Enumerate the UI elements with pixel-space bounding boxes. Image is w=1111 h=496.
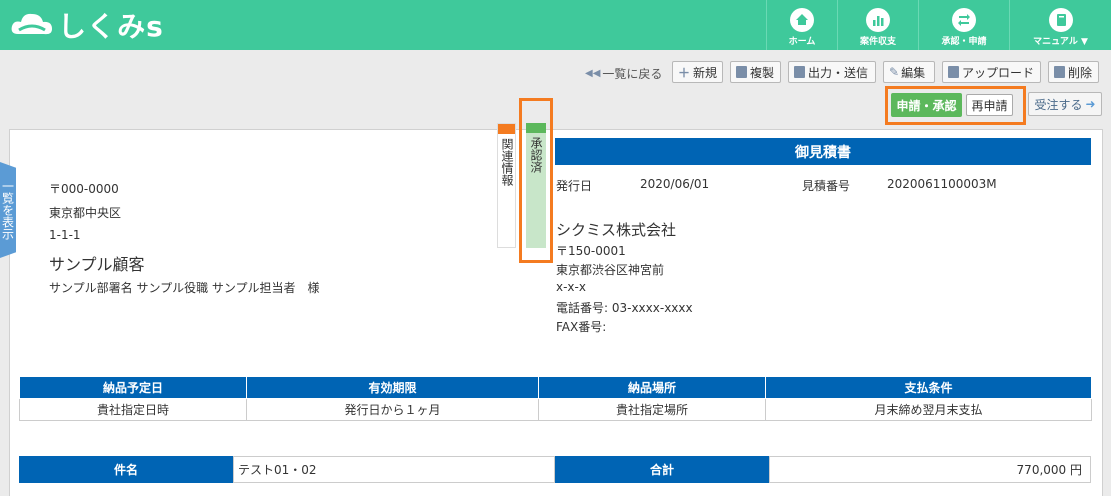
top-bar: しくみs ホーム 案件収支 承認・申請 マニュアル ▼ xyxy=(0,0,1111,50)
nav-project-balance-label: 案件収支 xyxy=(859,37,896,47)
subject-label: 件名 xyxy=(19,456,233,483)
company-fax: FAX番号: xyxy=(556,320,607,334)
edit-button-label: 編集 xyxy=(901,65,926,80)
order-button-label: 受注する xyxy=(1034,97,1083,112)
output-send-button[interactable]: 出力・送信 xyxy=(788,61,876,83)
terms-table: 納品予定日 有効期限 納品場所 支払条件 貴社指定日時 発行日から１ヶ月 貴社指… xyxy=(19,376,1092,421)
company-postal: 〒150-0001 xyxy=(556,244,626,258)
customer-address2: 1-1-1 xyxy=(49,228,81,242)
nav-manual-label: マニュアル ▼ xyxy=(1033,37,1088,47)
customer-name: サンプル顧客 xyxy=(49,255,145,274)
refresh-icon xyxy=(952,8,976,32)
copy-button-label: 複製 xyxy=(750,65,775,80)
approved-highlight xyxy=(519,98,553,263)
home-icon xyxy=(790,8,814,32)
double-arrow-left-icon: ◀◀ xyxy=(585,68,601,79)
nav-home-label: ホーム xyxy=(788,37,816,47)
show-list-tab[interactable]: 一覧を表示 xyxy=(0,162,16,258)
new-button[interactable]: ＋ 新規 xyxy=(672,61,723,83)
company-address2: x-x-x xyxy=(556,280,586,294)
nav-approval[interactable]: 承認・申請 xyxy=(918,0,1009,50)
terms-delivery-date: 貴社指定日時 xyxy=(19,398,247,421)
book-icon xyxy=(1048,8,1073,32)
brand-name: しくみs xyxy=(58,10,164,43)
terms-header-validity: 有効期限 xyxy=(246,376,539,399)
company-address1: 東京都渋谷区神宮前 xyxy=(556,263,665,277)
pencil-icon: ✎ xyxy=(889,65,900,79)
edit-button[interactable]: ✎ 編集 xyxy=(883,61,935,83)
cloud-logo-icon xyxy=(11,13,53,35)
document-title: 御見積書 xyxy=(555,138,1091,165)
order-button[interactable]: 受注する ➜ xyxy=(1028,92,1102,116)
total-value: 770,000 円 xyxy=(769,456,1091,483)
output-send-label: 出力・送信 xyxy=(808,65,869,80)
copy-button[interactable]: 複製 xyxy=(730,61,781,83)
brand-logo[interactable]: しくみs xyxy=(10,8,164,43)
upload-button[interactable]: アップロード xyxy=(942,61,1041,83)
terms-header-payment: 支払条件 xyxy=(765,376,1092,399)
terms-header-delivery-place: 納品場所 xyxy=(538,376,766,399)
issue-date-label: 発行日 xyxy=(556,179,593,193)
customer-address1: 東京都中央区 xyxy=(49,206,122,220)
nav-manual[interactable]: マニュアル ▼ xyxy=(1009,0,1111,50)
upload-button-label: アップロード xyxy=(962,65,1035,80)
terms-delivery-place: 貴社指定場所 xyxy=(538,398,766,421)
copy-icon xyxy=(736,66,747,78)
file-icon xyxy=(948,66,959,78)
back-to-list-link[interactable]: ◀◀ 一覧に戻る xyxy=(585,65,662,82)
total-label: 合計 xyxy=(555,456,769,483)
company-name: シクミス株式会社 xyxy=(556,221,677,239)
chart-icon xyxy=(866,8,890,32)
terms-header-delivery-date: 納品予定日 xyxy=(19,376,247,399)
nav-home[interactable]: ホーム xyxy=(766,0,837,50)
nav-project-balance[interactable]: 案件収支 xyxy=(837,0,918,50)
nav-approval-label: 承認・申請 xyxy=(941,37,987,47)
terms-payment: 月末締め翌月末支払 xyxy=(765,398,1092,421)
customer-postal: 〒000-0000 xyxy=(49,182,119,196)
trash-icon xyxy=(1054,66,1065,78)
apply-approve-button[interactable]: 申請・承認 xyxy=(891,93,962,117)
related-tab-label: 関連情報 xyxy=(500,138,514,186)
estimate-number-label: 見積番号 xyxy=(802,179,851,193)
delete-button[interactable]: 削除 xyxy=(1048,61,1099,83)
arrow-right-icon: ➜ xyxy=(1085,97,1096,111)
new-button-label: 新規 xyxy=(693,65,718,80)
issue-date: 2020/06/01 xyxy=(640,177,710,191)
related-info-tab[interactable]: 関連情報 xyxy=(497,123,516,248)
customer-contact: サンプル部署名 サンプル役職 サンプル担当者 様 xyxy=(49,281,320,295)
delete-button-label: 削除 xyxy=(1068,65,1093,80)
company-phone: 電話番号: 03-xxxx-xxxx xyxy=(556,301,693,315)
reapply-button[interactable]: 再申請 xyxy=(966,94,1013,116)
estimate-number: 2020061100003M xyxy=(887,177,997,191)
export-icon xyxy=(794,66,805,78)
subject-value: テスト01・02 xyxy=(233,456,555,483)
plus-icon: ＋ xyxy=(678,65,691,80)
terms-validity: 発行日から１ヶ月 xyxy=(246,398,539,421)
back-to-list-label: 一覧に戻る xyxy=(602,67,663,81)
related-tab-accent xyxy=(498,124,515,134)
